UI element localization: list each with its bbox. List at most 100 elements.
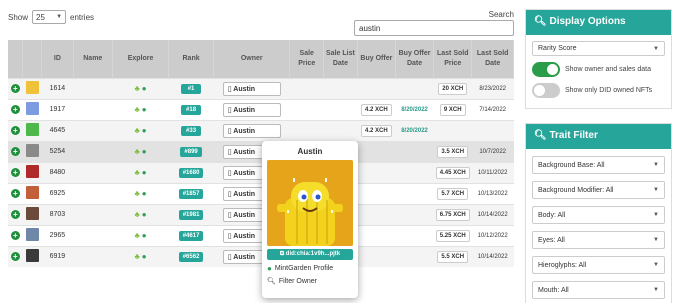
nft-thumbnail[interactable]	[25, 249, 39, 263]
owner-button[interactable]: ▯ Austin	[222, 81, 281, 96]
last-sold-date-cell	[471, 119, 514, 141]
leaf-icon[interactable]: ●	[142, 210, 147, 219]
expand-cell[interactable]: +	[8, 119, 23, 141]
column-header[interactable]: Name	[73, 40, 113, 78]
last-sold-pill[interactable]: 9 XCH	[439, 103, 466, 116]
filter-owner-link[interactable]: 🔍︎ Filter Owner	[267, 277, 353, 286]
leaf-icon[interactable]: ●	[142, 168, 147, 177]
buy-offer-date: 8/20/2022	[401, 107, 428, 113]
leaf-icon[interactable]: ●	[142, 231, 147, 240]
nft-thumbnail[interactable]	[25, 207, 39, 220]
column-header[interactable]: Last Sold Date	[471, 40, 514, 78]
expand-cell[interactable]: +	[8, 161, 23, 183]
spacescan-icon[interactable]: ♣	[135, 210, 140, 219]
trait-select[interactable]: Mouth: All ▼	[532, 281, 665, 299]
plus-circle-icon[interactable]: +	[10, 231, 20, 240]
entries-select[interactable]: 25 ▼	[32, 10, 67, 24]
spacescan-icon[interactable]: ♣	[135, 147, 140, 156]
nft-thumbnail[interactable]	[25, 186, 39, 199]
rank-badge[interactable]: #1981	[178, 209, 204, 220]
rank-badge[interactable]: #899	[180, 146, 202, 157]
column-header[interactable]: ID	[41, 40, 74, 78]
plus-circle-icon[interactable]: +	[10, 105, 20, 114]
column-header[interactable]: Rank	[168, 40, 215, 78]
leaf-icon[interactable]: ●	[142, 252, 147, 261]
column-header[interactable]: Sale List Date	[323, 40, 358, 78]
trait-select[interactable]: Background Base: All ▼	[532, 156, 665, 174]
owner-button[interactable]: ▯ Austin	[222, 123, 281, 138]
sort-select[interactable]: Rarity Score ▼	[532, 41, 665, 56]
buy-offer-cell	[357, 224, 396, 246]
toggle-switch-off[interactable]	[532, 83, 560, 98]
last-sold-pill[interactable]: 5.5 XCH	[437, 250, 469, 263]
plus-circle-icon[interactable]: +	[10, 84, 20, 93]
spacescan-icon[interactable]: ♣	[135, 231, 140, 240]
id-cell: 5254	[41, 140, 74, 162]
toggle-switch-on[interactable]	[532, 62, 560, 77]
leaf-icon[interactable]: ●	[142, 105, 147, 114]
rank-badge[interactable]: #4617	[178, 230, 204, 241]
expand-cell[interactable]: +	[8, 140, 23, 162]
last-sold-date: 7/14/2022	[479, 107, 507, 113]
column-header[interactable]: Buy Offer	[357, 40, 396, 78]
last-sold-pill[interactable]: 5.7 XCH	[437, 187, 469, 200]
last-sold-pill[interactable]: 3.5 XCH	[437, 145, 469, 158]
trait-select[interactable]: Background Modifier: All ▼	[532, 181, 665, 199]
nft-thumbnail[interactable]	[25, 102, 39, 115]
plus-circle-icon[interactable]: +	[10, 168, 20, 177]
toggle-owner-sales[interactable]: Show owner and sales data	[532, 62, 665, 77]
plus-circle-icon[interactable]: +	[10, 189, 20, 198]
rank-badge[interactable]: #33	[181, 125, 202, 136]
rank-badge[interactable]: #1680	[178, 167, 204, 178]
leaf-icon[interactable]: ●	[142, 84, 147, 93]
spacescan-icon[interactable]: ♣	[135, 168, 140, 177]
expand-cell[interactable]: +	[8, 224, 23, 246]
trait-select[interactable]: Body: All ▼	[532, 206, 665, 224]
last-sold-pill[interactable]: 4.45 XCH	[435, 166, 470, 179]
column-header[interactable]: Last Sold Price	[433, 40, 473, 78]
did-badge[interactable]: ⧉ did:chia:1v9h...pjtk	[267, 249, 353, 260]
nft-thumbnail[interactable]	[25, 81, 39, 94]
leaf-icon[interactable]: ●	[142, 126, 147, 135]
column-header[interactable]: Sale Price	[289, 40, 325, 78]
last-sold-pill[interactable]: 20 XCH	[438, 82, 468, 95]
expand-cell[interactable]: +	[8, 98, 23, 120]
rank-cell: #6562	[168, 245, 214, 267]
plus-circle-icon[interactable]: +	[10, 126, 20, 135]
nft-thumbnail[interactable]	[25, 144, 39, 157]
spacescan-icon[interactable]: ♣	[135, 84, 140, 93]
spacescan-icon[interactable]: ♣	[135, 126, 140, 135]
buy-offer-pill[interactable]: 4.2 XCH	[361, 103, 392, 116]
last-sold-pill[interactable]: 5.25 XCH	[435, 229, 470, 242]
search-input[interactable]: austin	[354, 20, 514, 36]
expand-cell[interactable]: +	[8, 77, 23, 99]
spacescan-icon[interactable]: ♣	[135, 252, 140, 261]
column-header[interactable]: Buy Offer Date	[395, 40, 435, 78]
rank-badge[interactable]: #18	[181, 104, 202, 115]
owner-button[interactable]: ▯ Austin	[222, 102, 281, 117]
expand-cell[interactable]: +	[8, 245, 23, 267]
trait-select[interactable]: Hieroglyphs: All ▼	[532, 256, 665, 274]
mintgarden-profile-link[interactable]: ● MintGarden Profile	[267, 264, 353, 273]
buy-offer-pill[interactable]: 4.2 XCH	[361, 124, 392, 137]
column-header[interactable]: Explore	[112, 40, 170, 78]
nft-thumbnail[interactable]	[25, 165, 39, 178]
spacescan-icon[interactable]: ♣	[135, 105, 140, 114]
column-header[interactable]: Owner	[213, 40, 291, 78]
toggle-did-owned[interactable]: Show only DID owned NFTs	[532, 83, 665, 98]
rank-badge[interactable]: #1	[181, 83, 202, 94]
leaf-icon[interactable]: ●	[142, 147, 147, 156]
plus-circle-icon[interactable]: +	[10, 147, 20, 156]
nft-thumbnail[interactable]	[25, 228, 39, 241]
expand-cell[interactable]: +	[8, 182, 23, 204]
spacescan-icon[interactable]: ♣	[135, 189, 140, 198]
trait-select[interactable]: Eyes: All ▼	[532, 231, 665, 249]
plus-circle-icon[interactable]: +	[10, 210, 20, 219]
plus-circle-icon[interactable]: +	[10, 252, 20, 262]
nft-thumbnail[interactable]	[25, 123, 39, 136]
leaf-icon[interactable]: ●	[142, 189, 147, 198]
last-sold-pill[interactable]: 6.75 XCH	[435, 208, 470, 221]
rank-badge[interactable]: #1857	[178, 188, 204, 199]
rank-badge[interactable]: #6562	[178, 251, 204, 262]
expand-cell[interactable]: +	[8, 203, 23, 225]
